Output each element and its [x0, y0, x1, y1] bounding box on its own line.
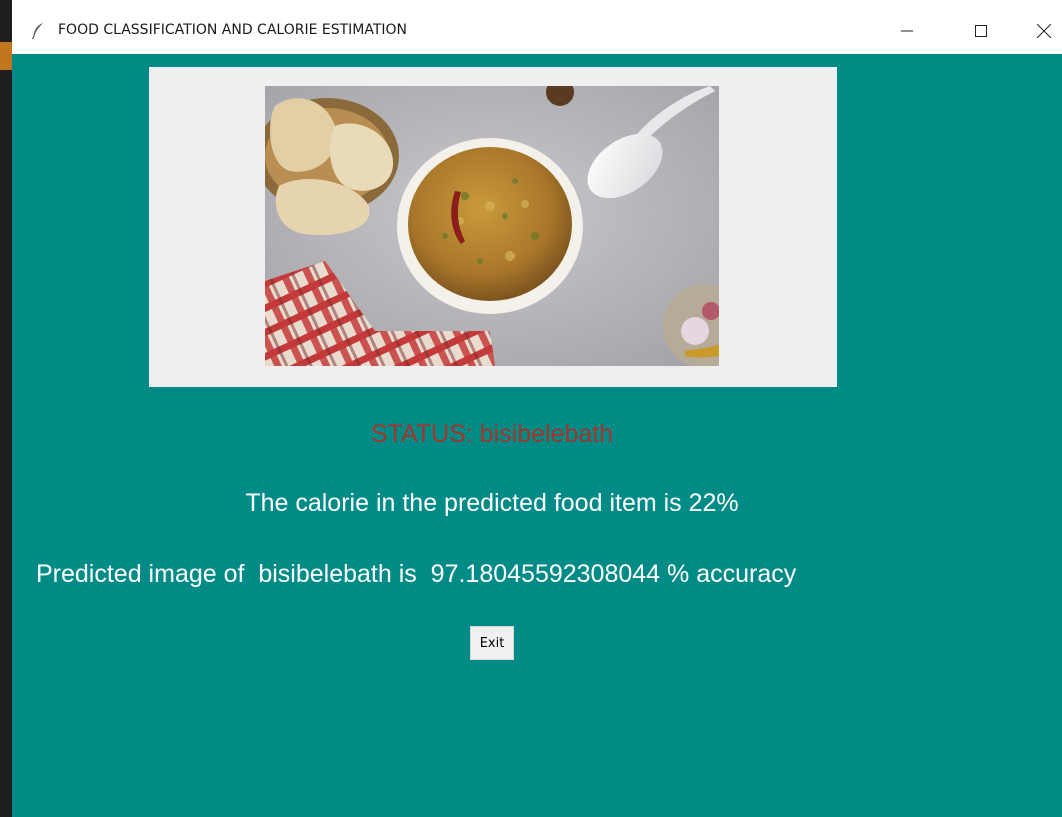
maximize-button[interactable]	[958, 16, 1004, 46]
image-frame	[149, 67, 837, 387]
background-window-accent	[0, 42, 12, 70]
maximize-icon	[975, 25, 987, 37]
minimize-button[interactable]	[884, 16, 930, 46]
feather-icon	[32, 23, 43, 39]
exit-button[interactable]: Exit	[470, 626, 514, 660]
window-title: FOOD CLASSIFICATION AND CALORIE ESTIMATI…	[58, 22, 408, 38]
food-image	[265, 86, 719, 366]
status-label: STATUS: bisibelebath	[370, 420, 614, 448]
close-icon	[1037, 24, 1051, 38]
screen: FOOD CLASSIFICATION AND CALORIE ESTIMATI…	[0, 0, 1062, 817]
calorie-label: The calorie in the predicted food item i…	[245, 489, 739, 517]
minimize-icon	[901, 30, 913, 32]
accuracy-label: Predicted image of bisibelebath is 97.18…	[36, 560, 797, 588]
background-window-edge	[0, 0, 12, 817]
main-panel: STATUS: bisibelebath The calorie in the …	[12, 54, 1062, 817]
app-window: FOOD CLASSIFICATION AND CALORIE ESTIMATI…	[12, 8, 1062, 817]
title-bar[interactable]: FOOD CLASSIFICATION AND CALORIE ESTIMATI…	[12, 8, 1062, 54]
close-button[interactable]	[1026, 16, 1062, 46]
